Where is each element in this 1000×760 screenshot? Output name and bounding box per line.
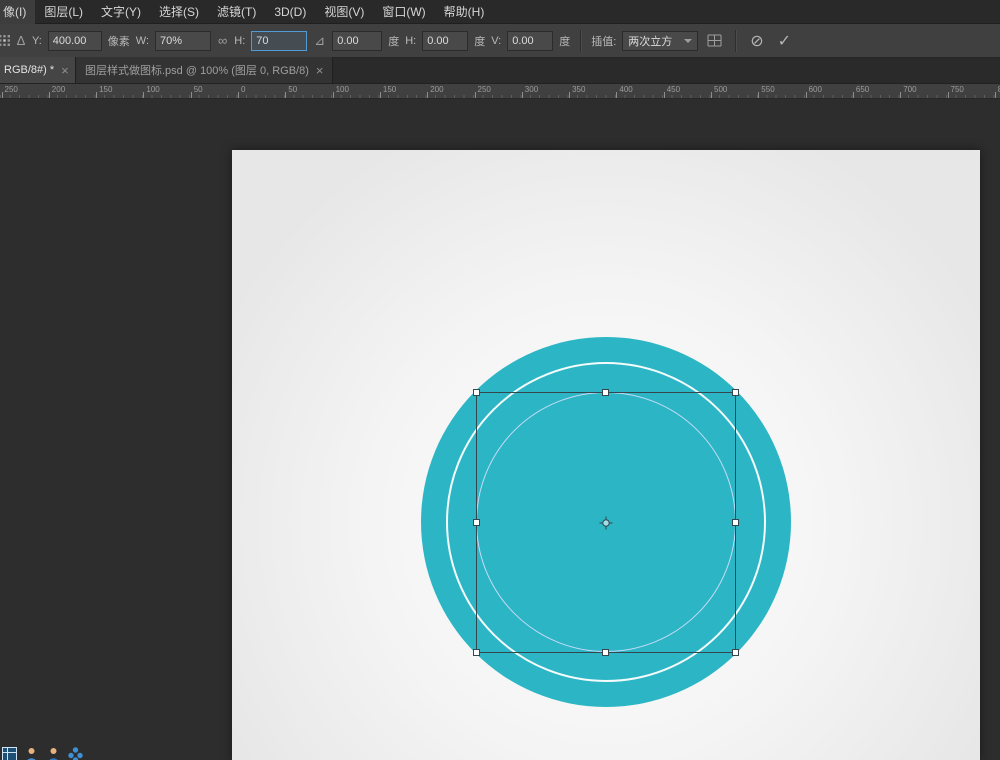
transform-handle-bottom-middle[interactable] [602, 649, 609, 656]
menu-view[interactable]: 视图(V) [315, 0, 373, 24]
vskew-unit-label: 度 [559, 33, 570, 49]
width-input[interactable] [155, 31, 211, 51]
angle-unit-label: 度 [388, 33, 399, 49]
y-input[interactable] [48, 31, 102, 51]
transform-handle-middle-left[interactable] [473, 519, 480, 526]
menu-filter[interactable]: 滤镜(T) [208, 0, 265, 24]
hskew-unit-label: 度 [474, 33, 485, 49]
transform-handle-top-right[interactable] [732, 389, 739, 396]
menu-image[interactable]: 像(I) [0, 0, 35, 24]
tab-label: 图层样式做图标.psd @ 100% (图层 0, RGB/8) [85, 62, 309, 78]
document-canvas[interactable] [232, 150, 980, 760]
relative-position-icon[interactable]: ∆ [16, 33, 26, 48]
cancel-transform-icon[interactable]: ⊘ [746, 31, 767, 51]
transform-handle-top-left[interactable] [473, 389, 480, 396]
vskew-input[interactable] [507, 31, 553, 51]
taskbar-icon-person-1[interactable] [24, 747, 39, 760]
taskbar-icon-grid[interactable] [2, 747, 17, 760]
interpolation-label: 插值: [591, 33, 616, 49]
menu-layer[interactable]: 图层(L) [35, 0, 92, 24]
angle-input[interactable] [332, 31, 382, 51]
menu-help[interactable]: 帮助(H) [435, 0, 494, 24]
tab-document-1[interactable]: RGB/8#) * × [0, 57, 76, 83]
height-input[interactable] [251, 31, 307, 51]
warp-mode-toggle-icon[interactable] [704, 34, 725, 47]
taskbar-icon-person-2[interactable] [46, 747, 61, 760]
rotate-angle-icon: ⊿ [313, 33, 326, 49]
transform-handle-bottom-right[interactable] [732, 649, 739, 656]
document-tab-bar: RGB/8#) * × 图层样式做图标.psd @ 100% (图层 0, RG… [0, 58, 1000, 84]
width-label: W: [136, 35, 149, 47]
taskbar-icons [0, 744, 83, 760]
interpolation-select[interactable]: 两次立方 [622, 31, 698, 51]
transform-handle-middle-right[interactable] [732, 519, 739, 526]
menu-type[interactable]: 文字(Y) [92, 0, 150, 24]
divider [580, 30, 581, 52]
transform-bounding-box[interactable] [476, 392, 736, 653]
transform-handle-bottom-left[interactable] [473, 649, 480, 656]
close-icon[interactable]: × [61, 64, 69, 77]
menu-bar: 像(I) 图层(L) 文字(Y) 选择(S) 滤镜(T) 3D(D) 视图(V)… [0, 0, 1000, 24]
y-label: Y: [32, 35, 42, 47]
divider [735, 30, 736, 52]
interpolation-value: 两次立方 [628, 33, 672, 49]
canvas-work-area[interactable] [0, 99, 1000, 760]
height-label: H: [234, 35, 245, 47]
horizontal-ruler[interactable]: 2502001501005005010015020025030035040045… [0, 84, 1000, 99]
transform-reference-point[interactable] [599, 516, 613, 530]
close-icon[interactable]: × [316, 64, 324, 77]
transform-handle-top-middle[interactable] [602, 389, 609, 396]
tab-label: RGB/8#) * [4, 64, 54, 76]
tab-document-2[interactable]: 图层样式做图标.psd @ 100% (图层 0, RGB/8) × [76, 57, 333, 83]
commit-transform-icon[interactable]: ✓ [774, 31, 795, 51]
menu-3d[interactable]: 3D(D) [265, 0, 315, 24]
link-dimensions-icon[interactable]: ∞ [217, 33, 228, 48]
photoshop-window: 像(I) 图层(L) 文字(Y) 选择(S) 滤镜(T) 3D(D) 视图(V)… [0, 0, 1000, 760]
vskew-label: V: [491, 35, 501, 47]
chevron-down-icon [684, 39, 692, 43]
hskew-input[interactable] [422, 31, 468, 51]
hskew-label: H: [405, 35, 416, 47]
taskbar-icon-flower[interactable] [68, 747, 83, 760]
menu-window[interactable]: 窗口(W) [373, 0, 434, 24]
reference-point-locator-icon[interactable] [0, 35, 10, 46]
y-unit-label: 像素 [108, 33, 130, 49]
options-bar: ∆ Y: 像素 W: ∞ H: ⊿ 度 H: 度 V: 度 插值: 两次立方 ⊘… [0, 24, 1000, 58]
menu-select[interactable]: 选择(S) [150, 0, 208, 24]
